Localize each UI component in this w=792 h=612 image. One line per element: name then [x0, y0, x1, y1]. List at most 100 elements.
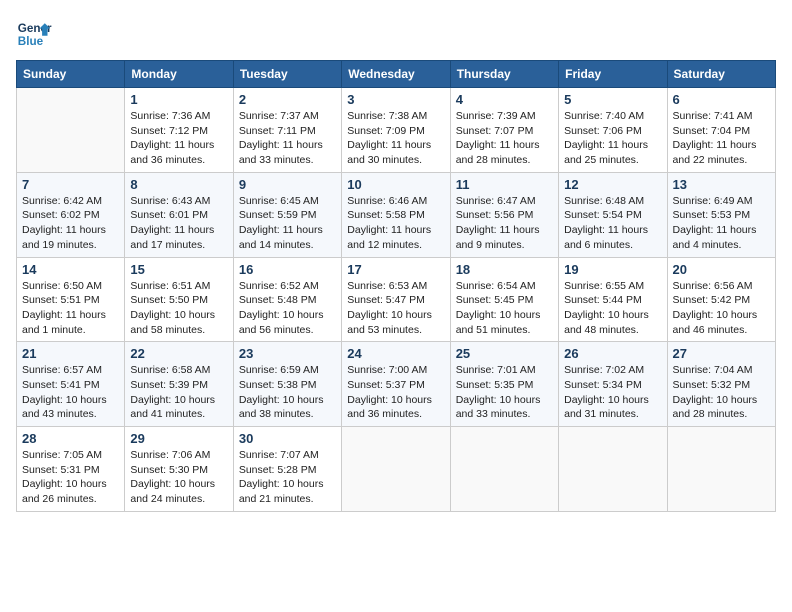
day-number: 5 — [564, 92, 661, 107]
calendar-cell: 15Sunrise: 6:51 AM Sunset: 5:50 PM Dayli… — [125, 257, 233, 342]
calendar-day-header: Tuesday — [233, 61, 341, 88]
calendar-cell: 2 Sunrise: 7:37 AM Sunset: 7:11 PM Daylig… — [233, 88, 341, 173]
calendar-cell: 24 Sunrise: 7:00 AM Sunset: 5:37 PM Dayli… — [342, 342, 450, 427]
day-number: 22 — [130, 346, 227, 361]
calendar-cell: 4 Sunrise: 7:39 AM Sunset: 7:07 PM Daylig… — [450, 88, 558, 173]
calendar-day-header: Friday — [559, 61, 667, 88]
day-number: 2 — [239, 92, 336, 107]
calendar-cell — [559, 427, 667, 512]
day-number: 29 — [130, 431, 227, 446]
calendar-cell: 10 Sunrise: 6:46 AM Sunset: 5:58 PM Dayli… — [342, 172, 450, 257]
day-number: 4 — [456, 92, 553, 107]
calendar-day-header: Monday — [125, 61, 233, 88]
day-number: 23 — [239, 346, 336, 361]
cell-content: Sunrise: 7:41 AM Sunset: 7:04 PM Dayligh… — [673, 109, 770, 168]
calendar-cell — [342, 427, 450, 512]
calendar-cell: 6 Sunrise: 7:41 AM Sunset: 7:04 PM Daylig… — [667, 88, 775, 173]
cell-content: Sunrise: 7:00 AM Sunset: 5:37 PM Dayligh… — [347, 363, 444, 422]
cell-content: Sunrise: 7:39 AM Sunset: 7:07 PM Dayligh… — [456, 109, 553, 168]
day-number: 1 — [130, 92, 227, 107]
svg-text:Blue: Blue — [18, 35, 44, 48]
calendar-cell: 13 Sunrise: 6:49 AM Sunset: 5:53 PM Dayli… — [667, 172, 775, 257]
logo: General Blue — [16, 16, 52, 52]
cell-content: Sunrise: 6:46 AM Sunset: 5:58 PM Dayligh… — [347, 194, 444, 253]
calendar-cell — [667, 427, 775, 512]
calendar-cell: 14Sunrise: 6:50 AM Sunset: 5:51 PM Dayli… — [17, 257, 125, 342]
day-number: 21 — [22, 346, 119, 361]
day-number: 20 — [673, 262, 770, 277]
calendar-table: SundayMondayTuesdayWednesdayThursdayFrid… — [16, 60, 776, 512]
page-header: General Blue — [16, 16, 776, 52]
calendar-cell: 30 Sunrise: 7:07 AM Sunset: 5:28 PM Dayli… — [233, 427, 341, 512]
cell-content: Sunrise: 7:06 AM Sunset: 5:30 PM Dayligh… — [130, 448, 227, 507]
calendar-cell: 7 Sunrise: 6:42 AM Sunset: 6:02 PM Daylig… — [17, 172, 125, 257]
day-number: 26 — [564, 346, 661, 361]
calendar-cell — [450, 427, 558, 512]
day-number: 7 — [22, 177, 119, 192]
cell-content: Sunrise: 6:56 AM Sunset: 5:42 PM Dayligh… — [673, 279, 770, 338]
calendar-cell: 19Sunrise: 6:55 AM Sunset: 5:44 PM Dayli… — [559, 257, 667, 342]
day-number: 30 — [239, 431, 336, 446]
day-number: 11 — [456, 177, 553, 192]
cell-content: Sunrise: 6:49 AM Sunset: 5:53 PM Dayligh… — [673, 194, 770, 253]
cell-content: Sunrise: 6:59 AM Sunset: 5:38 PM Dayligh… — [239, 363, 336, 422]
cell-content: Sunrise: 6:53 AM Sunset: 5:47 PM Dayligh… — [347, 279, 444, 338]
cell-content: Sunrise: 7:36 AM Sunset: 7:12 PM Dayligh… — [130, 109, 227, 168]
calendar-header-row: SundayMondayTuesdayWednesdayThursdayFrid… — [17, 61, 776, 88]
day-number: 6 — [673, 92, 770, 107]
cell-content: Sunrise: 6:42 AM Sunset: 6:02 PM Dayligh… — [22, 194, 119, 253]
calendar-cell: 29 Sunrise: 7:06 AM Sunset: 5:30 PM Dayli… — [125, 427, 233, 512]
day-number: 25 — [456, 346, 553, 361]
calendar-cell: 27Sunrise: 7:04 AM Sunset: 5:32 PM Dayli… — [667, 342, 775, 427]
calendar-cell: 28 Sunrise: 7:05 AM Sunset: 5:31 PM Dayli… — [17, 427, 125, 512]
cell-content: Sunrise: 6:57 AM Sunset: 5:41 PM Dayligh… — [22, 363, 119, 422]
calendar-week-row: 28 Sunrise: 7:05 AM Sunset: 5:31 PM Dayli… — [17, 427, 776, 512]
day-number: 17 — [347, 262, 444, 277]
calendar-cell: 25 Sunrise: 7:01 AM Sunset: 5:35 PM Dayli… — [450, 342, 558, 427]
cell-content: Sunrise: 6:58 AM Sunset: 5:39 PM Dayligh… — [130, 363, 227, 422]
calendar-cell: 5 Sunrise: 7:40 AM Sunset: 7:06 PM Daylig… — [559, 88, 667, 173]
calendar-cell: 16Sunrise: 6:52 AM Sunset: 5:48 PM Dayli… — [233, 257, 341, 342]
cell-content: Sunrise: 7:01 AM Sunset: 5:35 PM Dayligh… — [456, 363, 553, 422]
day-number: 18 — [456, 262, 553, 277]
calendar-cell: 3 Sunrise: 7:38 AM Sunset: 7:09 PM Daylig… — [342, 88, 450, 173]
day-number: 24 — [347, 346, 444, 361]
day-number: 8 — [130, 177, 227, 192]
day-number: 28 — [22, 431, 119, 446]
cell-content: Sunrise: 7:02 AM Sunset: 5:34 PM Dayligh… — [564, 363, 661, 422]
calendar-cell: 17 Sunrise: 6:53 AM Sunset: 5:47 PM Dayli… — [342, 257, 450, 342]
calendar-cell: 26 Sunrise: 7:02 AM Sunset: 5:34 PM Dayli… — [559, 342, 667, 427]
day-number: 10 — [347, 177, 444, 192]
calendar-day-header: Thursday — [450, 61, 558, 88]
cell-content: Sunrise: 7:04 AM Sunset: 5:32 PM Dayligh… — [673, 363, 770, 422]
calendar-week-row: 21 Sunrise: 6:57 AM Sunset: 5:41 PM Dayli… — [17, 342, 776, 427]
cell-content: Sunrise: 6:52 AM Sunset: 5:48 PM Dayligh… — [239, 279, 336, 338]
calendar-week-row: 14Sunrise: 6:50 AM Sunset: 5:51 PM Dayli… — [17, 257, 776, 342]
calendar-cell: 20 Sunrise: 6:56 AM Sunset: 5:42 PM Dayli… — [667, 257, 775, 342]
cell-content: Sunrise: 7:38 AM Sunset: 7:09 PM Dayligh… — [347, 109, 444, 168]
cell-content: Sunrise: 6:45 AM Sunset: 5:59 PM Dayligh… — [239, 194, 336, 253]
cell-content: Sunrise: 6:48 AM Sunset: 5:54 PM Dayligh… — [564, 194, 661, 253]
calendar-cell — [17, 88, 125, 173]
calendar-day-header: Wednesday — [342, 61, 450, 88]
cell-content: Sunrise: 6:47 AM Sunset: 5:56 PM Dayligh… — [456, 194, 553, 253]
calendar-cell: 23 Sunrise: 6:59 AM Sunset: 5:38 PM Dayli… — [233, 342, 341, 427]
calendar-cell: 22 Sunrise: 6:58 AM Sunset: 5:39 PM Dayli… — [125, 342, 233, 427]
day-number: 15 — [130, 262, 227, 277]
cell-content: Sunrise: 7:40 AM Sunset: 7:06 PM Dayligh… — [564, 109, 661, 168]
day-number: 19 — [564, 262, 661, 277]
cell-content: Sunrise: 7:07 AM Sunset: 5:28 PM Dayligh… — [239, 448, 336, 507]
cell-content: Sunrise: 6:43 AM Sunset: 6:01 PM Dayligh… — [130, 194, 227, 253]
cell-content: Sunrise: 7:37 AM Sunset: 7:11 PM Dayligh… — [239, 109, 336, 168]
calendar-week-row: 1 Sunrise: 7:36 AM Sunset: 7:12 PM Daylig… — [17, 88, 776, 173]
cell-content: Sunrise: 6:50 AM Sunset: 5:51 PM Dayligh… — [22, 279, 119, 338]
calendar-cell: 1 Sunrise: 7:36 AM Sunset: 7:12 PM Daylig… — [125, 88, 233, 173]
calendar-day-header: Sunday — [17, 61, 125, 88]
logo-icon: General Blue — [16, 16, 52, 52]
calendar-cell: 18Sunrise: 6:54 AM Sunset: 5:45 PM Dayli… — [450, 257, 558, 342]
day-number: 3 — [347, 92, 444, 107]
cell-content: Sunrise: 7:05 AM Sunset: 5:31 PM Dayligh… — [22, 448, 119, 507]
day-number: 13 — [673, 177, 770, 192]
calendar-cell: 9Sunrise: 6:45 AM Sunset: 5:59 PM Daylig… — [233, 172, 341, 257]
calendar-cell: 21 Sunrise: 6:57 AM Sunset: 5:41 PM Dayli… — [17, 342, 125, 427]
